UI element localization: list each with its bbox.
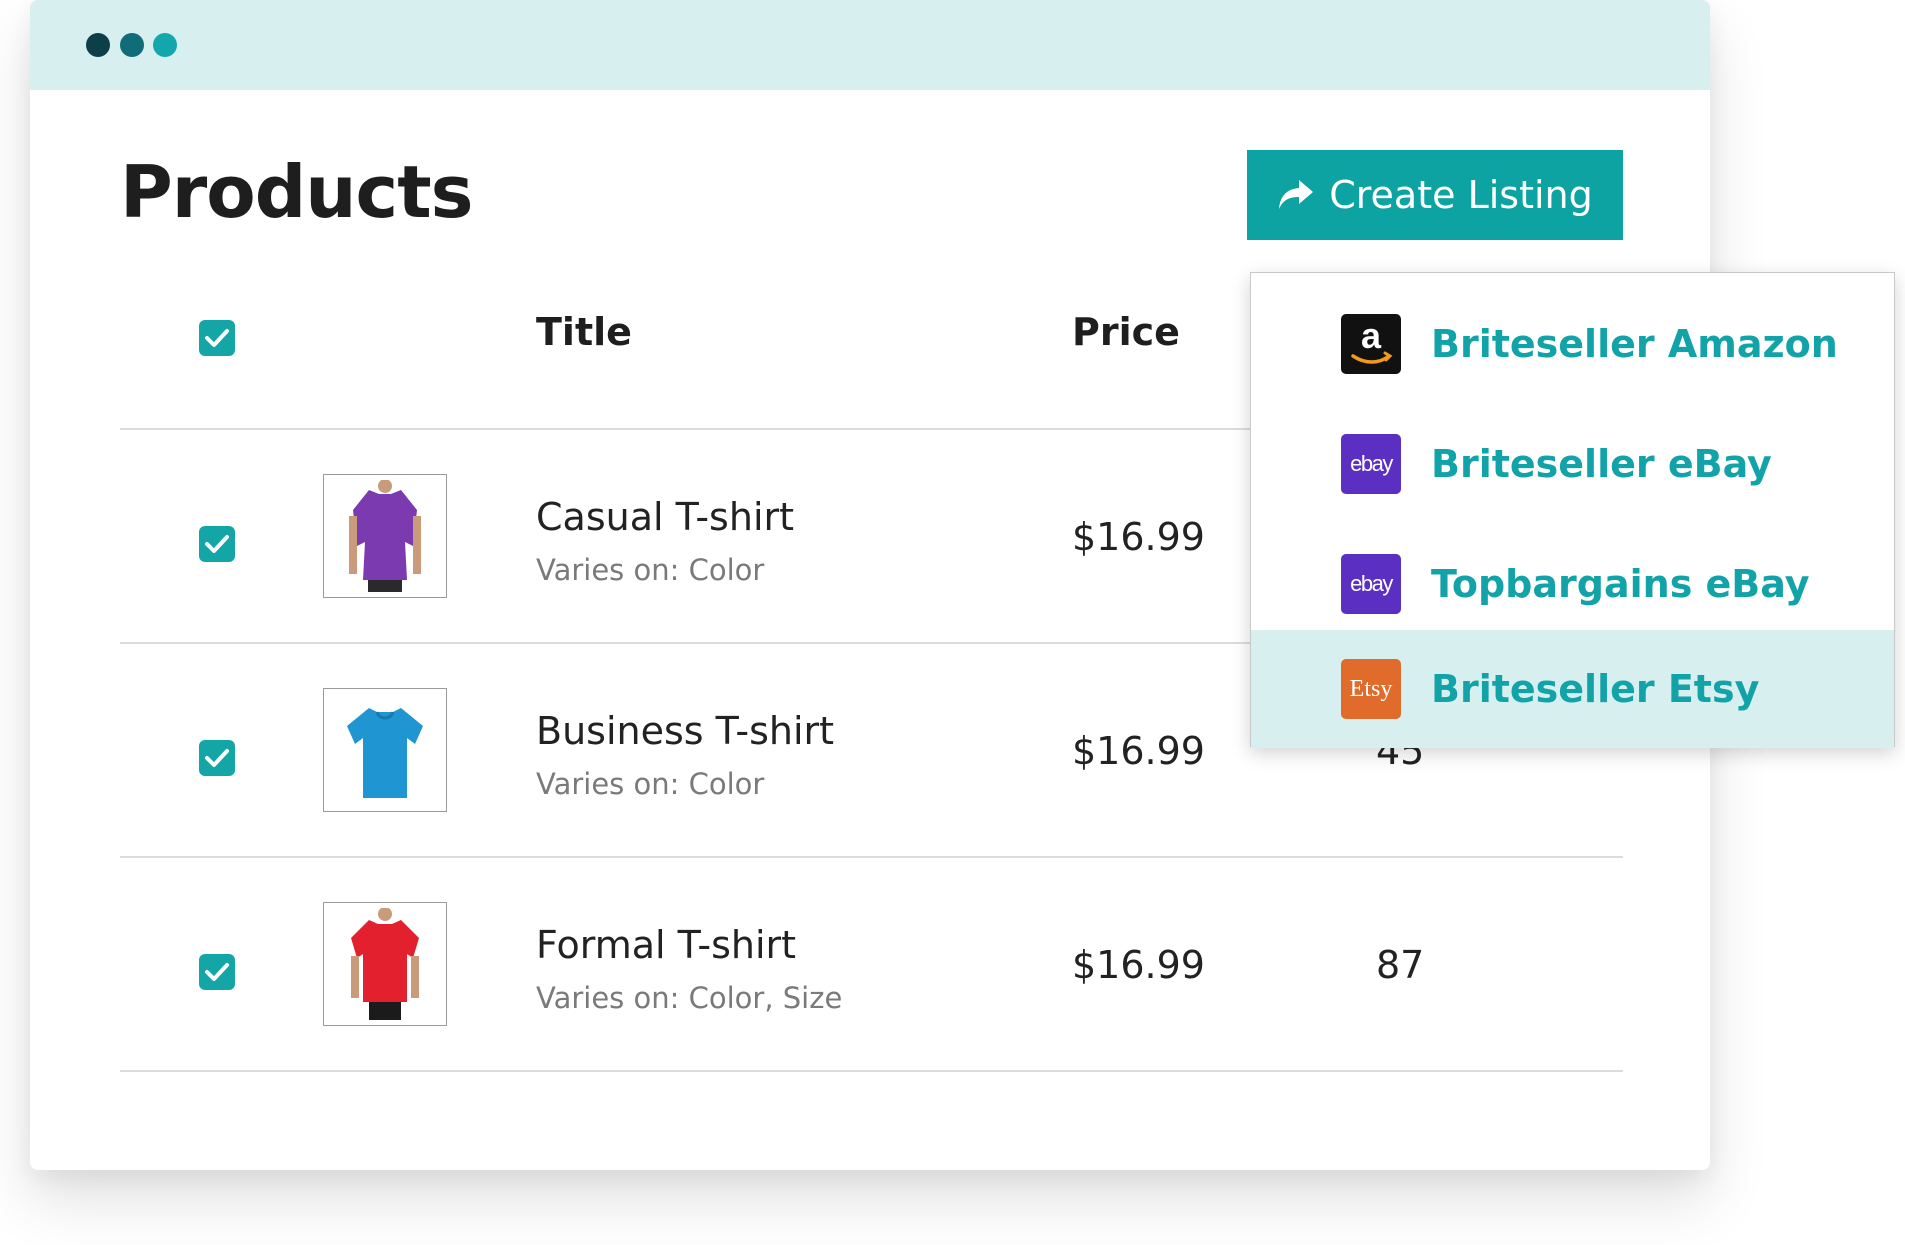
- column-header-price[interactable]: Price: [1072, 310, 1180, 354]
- dropdown-item-briteseller-amazon[interactable]: a Briteseller Amazon: [1251, 285, 1894, 403]
- dropdown-item-briteseller-etsy[interactable]: Etsy Briteseller Etsy: [1251, 630, 1894, 748]
- product-thumbnail[interactable]: [323, 688, 447, 812]
- dropdown-item-briteseller-ebay[interactable]: ebay Briteseller eBay: [1251, 405, 1894, 523]
- tshirt-icon: [349, 480, 421, 592]
- share-arrow-icon: [1279, 180, 1314, 209]
- row-checkbox[interactable]: [199, 954, 235, 990]
- window-titlebar: [30, 0, 1710, 90]
- dropdown-item-label: Briteseller Etsy: [1431, 667, 1760, 711]
- product-price: $16.99: [1072, 943, 1205, 987]
- product-price: $16.99: [1072, 515, 1205, 559]
- row-checkbox[interactable]: [199, 526, 235, 562]
- dropdown-item-label: Briteseller Amazon: [1431, 322, 1838, 366]
- dropdown-item-label: Topbargains eBay: [1431, 562, 1810, 606]
- product-title[interactable]: Casual T-shirt: [536, 495, 794, 539]
- maximize-dot[interactable]: [153, 33, 177, 57]
- product-title[interactable]: Formal T-shirt: [536, 923, 796, 967]
- select-all-checkbox[interactable]: [199, 320, 235, 356]
- ebay-icon: ebay: [1341, 554, 1401, 614]
- create-listing-dropdown: a Briteseller Amazon ebay Briteseller eB…: [1250, 272, 1895, 748]
- etsy-icon: Etsy: [1341, 659, 1401, 719]
- product-thumbnail[interactable]: [323, 902, 447, 1026]
- column-header-title[interactable]: Title: [536, 310, 632, 354]
- dropdown-item-topbargains-ebay[interactable]: ebay Topbargains eBay: [1251, 525, 1894, 643]
- row-divider: [120, 1070, 1623, 1072]
- check-icon: [205, 963, 229, 981]
- dropdown-item-label: Briteseller eBay: [1431, 442, 1772, 486]
- ebay-icon: ebay: [1341, 434, 1401, 494]
- product-title[interactable]: Business T-shirt: [536, 709, 834, 753]
- check-icon: [205, 535, 229, 553]
- row-divider: [120, 856, 1623, 858]
- minimize-dot[interactable]: [120, 33, 144, 57]
- row-checkbox[interactable]: [199, 740, 235, 776]
- product-price: $16.99: [1072, 729, 1205, 773]
- product-quantity: 87: [1376, 943, 1425, 987]
- create-listing-label: Create Listing: [1329, 173, 1593, 217]
- page-title: Products: [120, 150, 473, 234]
- check-icon: [205, 749, 229, 767]
- product-variants: Varies on: Color: [536, 553, 765, 587]
- product-variants: Varies on: Color, Size: [536, 981, 843, 1015]
- check-icon: [205, 329, 229, 347]
- create-listing-button[interactable]: Create Listing: [1247, 150, 1623, 240]
- tshirt-icon: [351, 908, 419, 1020]
- product-thumbnail[interactable]: [323, 474, 447, 598]
- tshirt-icon: [347, 708, 423, 798]
- svg-text:a: a: [1361, 315, 1382, 356]
- close-dot[interactable]: [86, 33, 110, 57]
- amazon-icon: a: [1341, 314, 1401, 374]
- product-variants: Varies on: Color: [536, 767, 765, 801]
